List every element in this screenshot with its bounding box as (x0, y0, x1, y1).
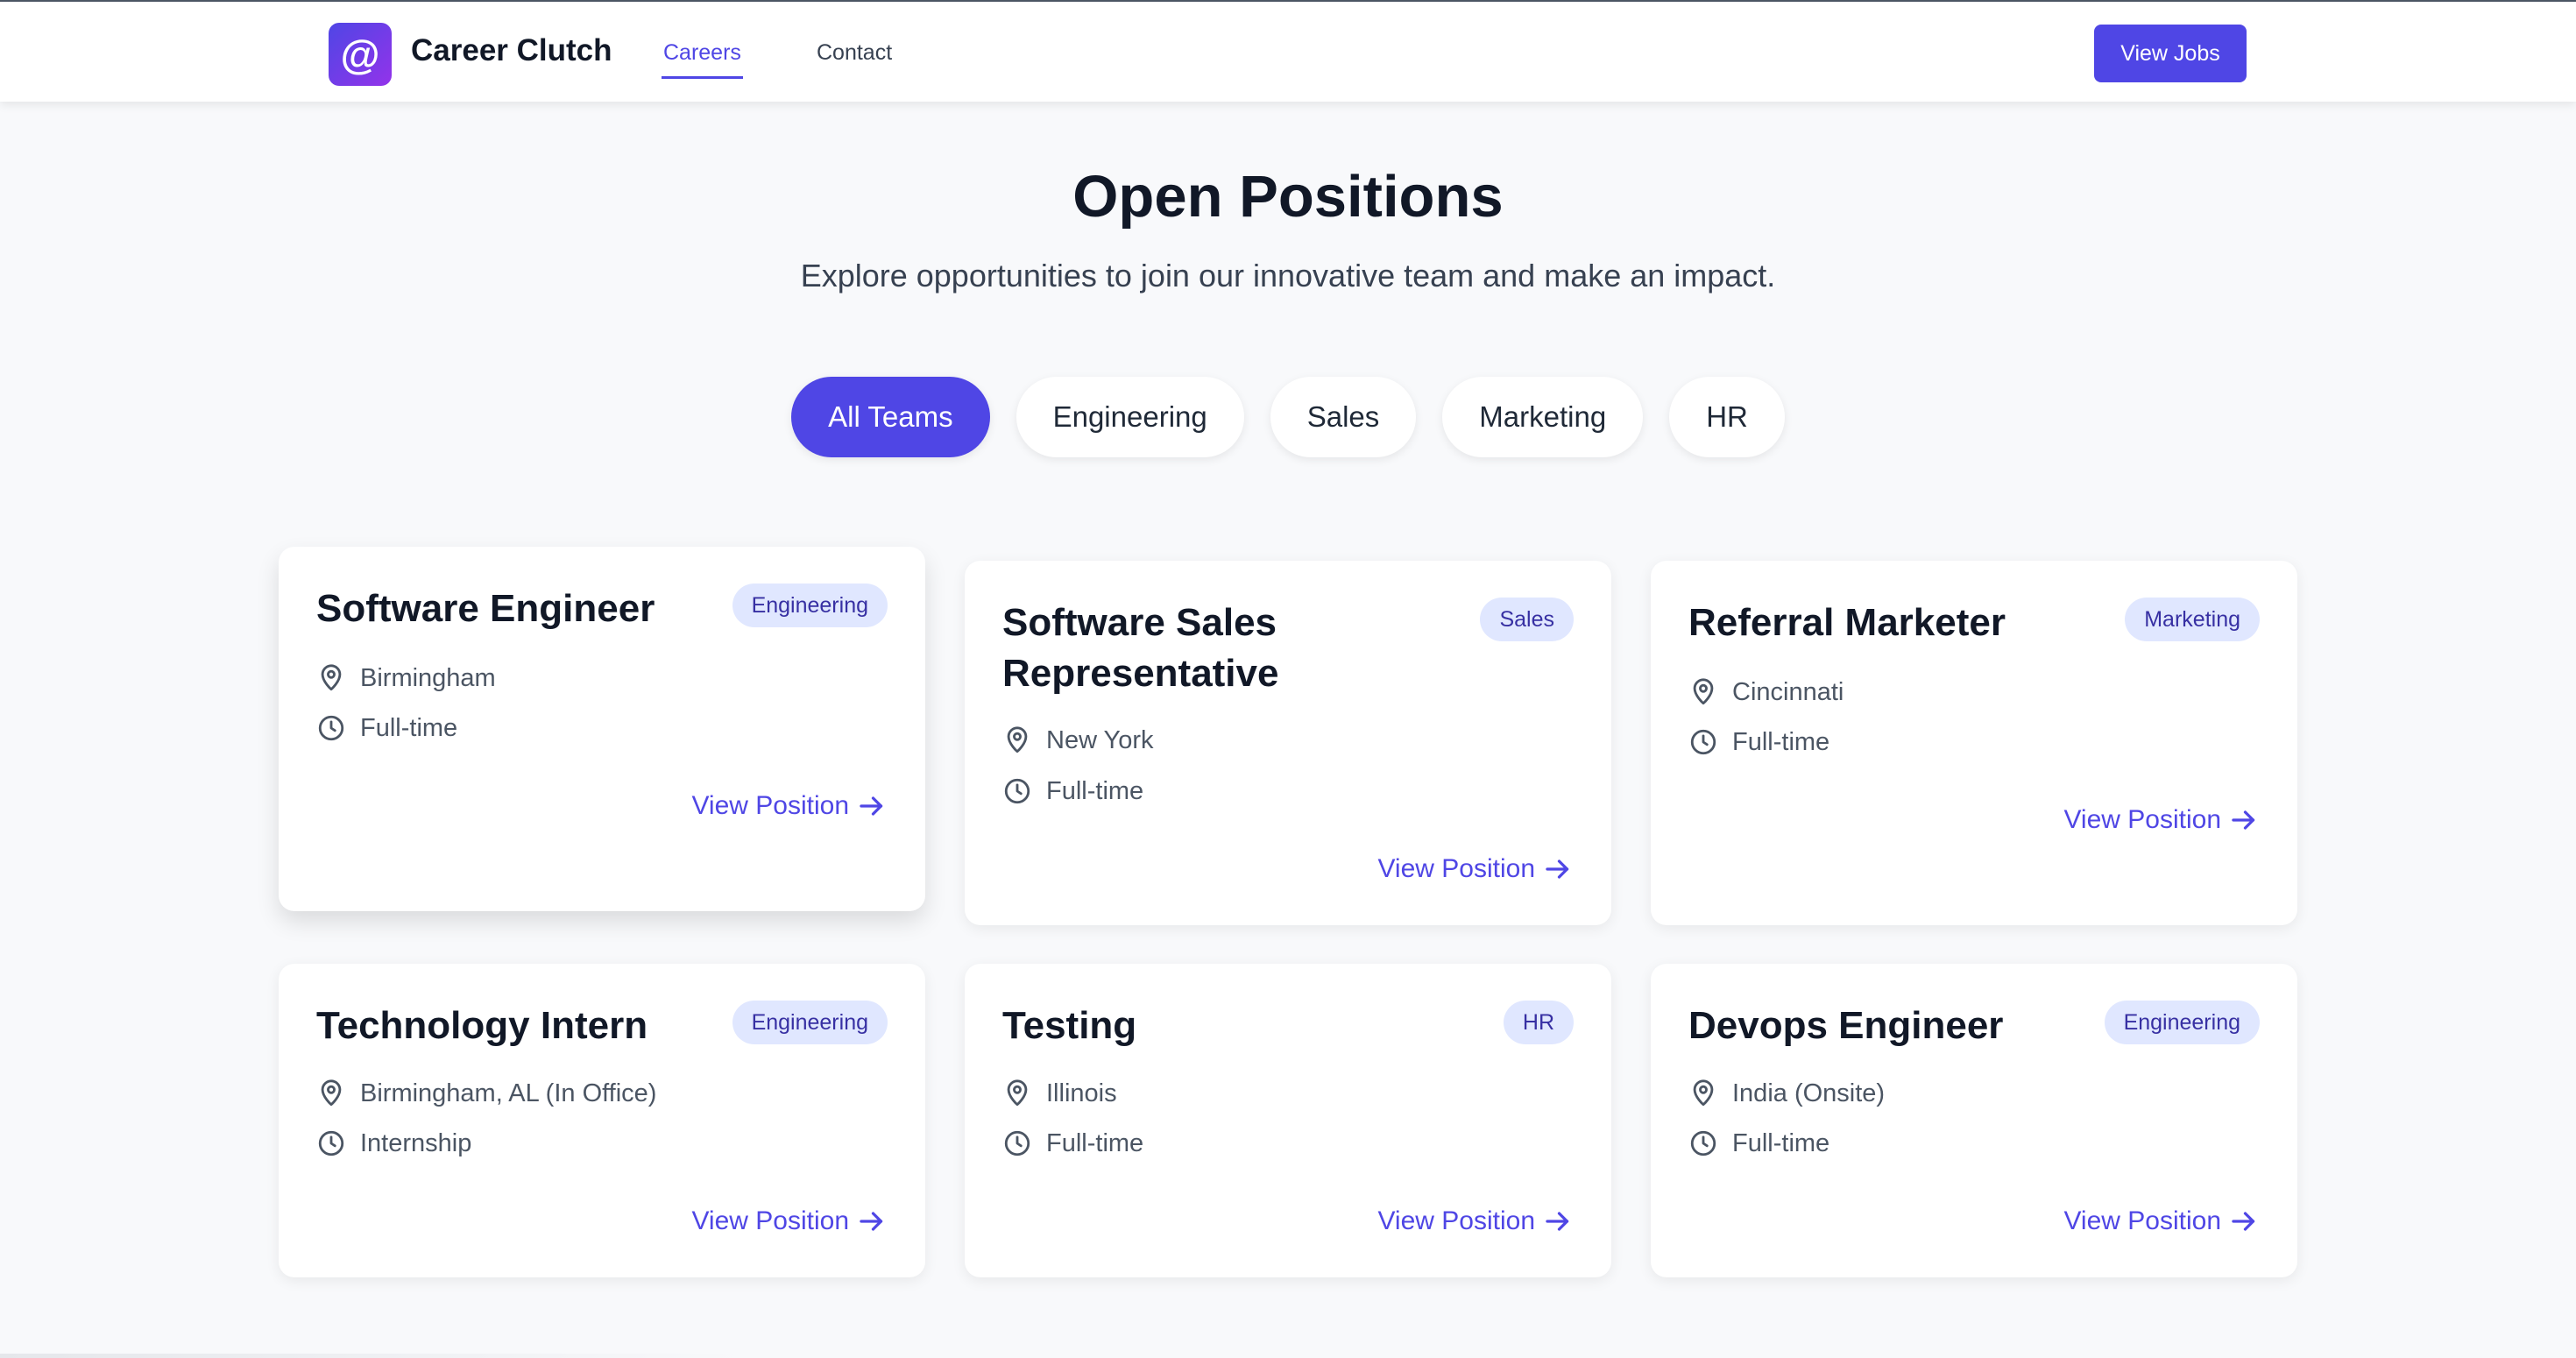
brand-logo[interactable]: @ (329, 23, 392, 86)
page-title: Open Positions (1072, 164, 1504, 230)
team-badge: Engineering (2104, 1001, 2260, 1044)
arrow-right-icon (1546, 1212, 1569, 1231)
clock-icon (318, 715, 344, 741)
map-pin-icon (1693, 1079, 1714, 1107)
clock-icon (1690, 729, 1716, 755)
filter-engineering[interactable]: Engineering (1016, 377, 1244, 457)
top-navbar: @ Career Clutch Careers Contact View Job… (0, 0, 2576, 102)
arrow-right-icon (2232, 810, 2255, 830)
job-location: New York (1002, 725, 1154, 755)
nav-link-careers[interactable]: Careers (662, 40, 743, 79)
job-type: Full-time (1688, 727, 1829, 757)
job-type: Full-time (316, 713, 457, 743)
view-position-label: View Position (691, 791, 849, 820)
job-type-text: Full-time (1732, 727, 1830, 756)
job-location: Birmingham, AL (In Office) (316, 1079, 656, 1108)
arrow-right-icon (1546, 859, 1569, 879)
view-jobs-button[interactable]: View Jobs (2094, 25, 2247, 82)
view-position-label: View Position (1377, 854, 1535, 883)
nav-link-contact[interactable]: Contact (817, 40, 892, 66)
job-location: Illinois (1002, 1079, 1117, 1108)
job-type: Full-time (1002, 776, 1143, 806)
job-card[interactable]: Devops Engineer Engineering India (Onsit… (1651, 964, 2297, 1277)
team-badge: Marketing (2125, 598, 2260, 641)
job-location-text: New York (1046, 725, 1154, 754)
view-position-link[interactable]: View Position (691, 1206, 888, 1237)
job-type-text: Full-time (1732, 1128, 1830, 1157)
job-card[interactable]: Testing HR Illinois Full-time View Posit… (965, 964, 1611, 1277)
clock-icon (1004, 1130, 1030, 1156)
team-badge: Engineering (732, 1001, 888, 1044)
job-title: Referral Marketer (1688, 601, 2006, 644)
map-pin-icon (1007, 726, 1028, 753)
job-card[interactable]: Technology Intern Engineering Birmingham… (279, 964, 925, 1277)
job-location: Birmingham (316, 663, 496, 693)
job-location: Cincinnati (1688, 677, 1844, 707)
job-title: Software Engineer (316, 587, 655, 630)
filter-sales[interactable]: Sales (1270, 377, 1417, 457)
job-type-text: Full-time (360, 713, 458, 742)
clock-icon (318, 1130, 344, 1156)
filter-all-teams[interactable]: All Teams (791, 377, 990, 457)
brand-name[interactable]: Career Clutch (411, 33, 612, 68)
job-type-text: Full-time (1046, 776, 1144, 805)
map-pin-icon (321, 664, 342, 691)
job-title: Technology Intern (316, 1004, 648, 1047)
view-position-link[interactable]: View Position (2063, 804, 2260, 836)
job-title: Testing (1002, 1004, 1137, 1047)
job-location: India (Onsite) (1688, 1079, 1885, 1108)
map-pin-icon (321, 1079, 342, 1107)
view-position-label: View Position (2063, 1206, 2221, 1235)
filter-hr[interactable]: HR (1669, 377, 1785, 457)
job-card[interactable]: Software Sales Representative Sales New … (965, 561, 1611, 925)
at-sign-icon: @ (340, 32, 380, 77)
view-position-link[interactable]: View Position (1377, 1206, 1574, 1237)
arrow-right-icon (860, 796, 883, 816)
view-position-link[interactable]: View Position (2063, 1206, 2260, 1237)
job-location-text: Illinois (1046, 1079, 1117, 1107)
view-position-label: View Position (691, 1206, 849, 1235)
team-badge: Engineering (732, 584, 888, 627)
map-pin-icon (1693, 678, 1714, 705)
team-badge: Sales (1480, 598, 1574, 641)
view-position-link[interactable]: View Position (691, 790, 888, 822)
job-location-text: Birmingham, AL (In Office) (360, 1079, 657, 1107)
view-position-link[interactable]: View Position (1377, 853, 1574, 885)
clock-icon (1690, 1130, 1716, 1156)
arrow-right-icon (2232, 1212, 2255, 1231)
job-location-text: Birmingham (360, 663, 496, 692)
footer-edge (0, 1354, 745, 1358)
filter-marketing[interactable]: Marketing (1442, 377, 1644, 457)
job-type: Full-time (1002, 1128, 1143, 1158)
view-position-label: View Position (2063, 805, 2221, 834)
team-badge: HR (1503, 1001, 1574, 1044)
map-pin-icon (1007, 1079, 1028, 1107)
job-type-text: Full-time (1046, 1128, 1144, 1157)
job-card[interactable]: Software Engineer Engineering Birmingham… (279, 547, 925, 911)
view-position-label: View Position (1377, 1206, 1535, 1235)
job-type: Full-time (1688, 1128, 1829, 1158)
job-title: Devops Engineer (1688, 1004, 2004, 1047)
job-title: Software Sales Representative (1002, 601, 1279, 695)
page-subtitle: Explore opportunities to join our innova… (800, 258, 1776, 294)
team-filter-bar: All Teams Engineering Sales Marketing HR (0, 377, 2576, 457)
job-type: Internship (316, 1128, 471, 1158)
job-location-text: India (Onsite) (1732, 1079, 1886, 1107)
job-type-text: Internship (360, 1128, 472, 1157)
job-location-text: Cincinnati (1732, 677, 1844, 706)
job-card[interactable]: Referral Marketer Marketing Cincinnati F… (1651, 561, 2297, 925)
clock-icon (1004, 778, 1030, 804)
arrow-right-icon (860, 1212, 883, 1231)
